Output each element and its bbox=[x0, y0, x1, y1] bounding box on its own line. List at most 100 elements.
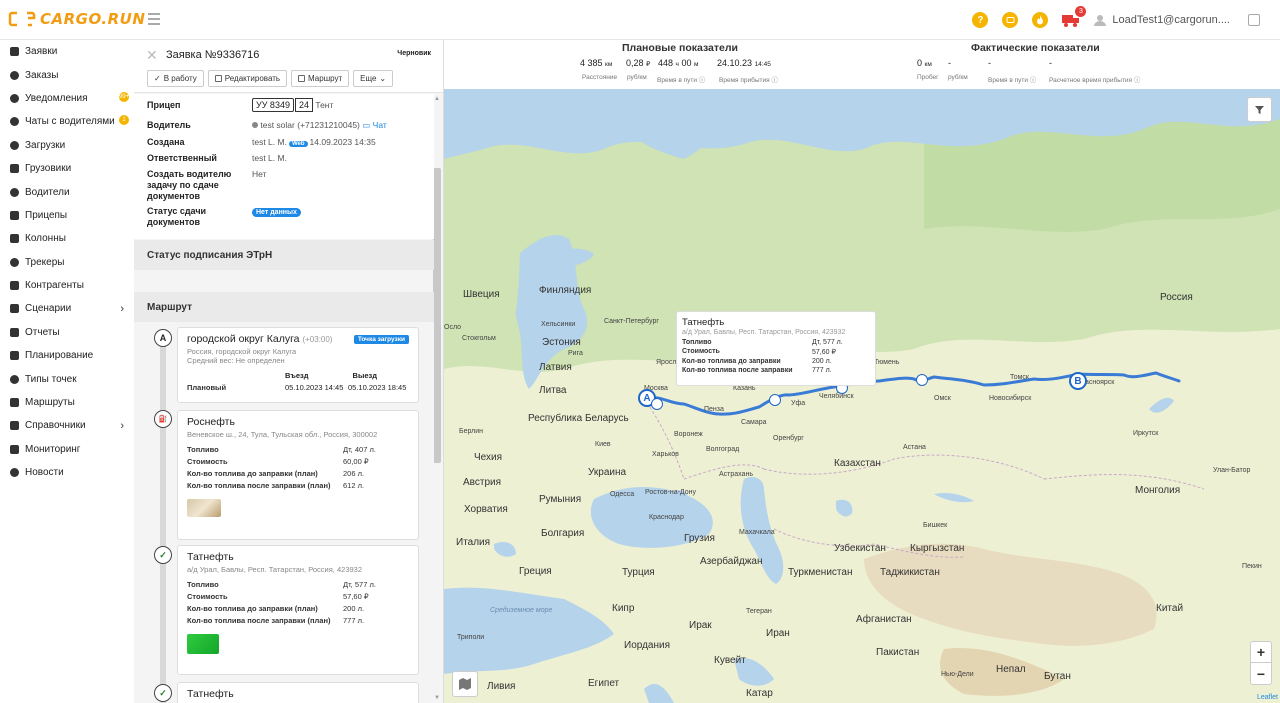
driver-chat-link[interactable]: ▭ Чат bbox=[362, 120, 387, 130]
logo-text: CARGO.RUN bbox=[40, 10, 146, 28]
zoom-in-button[interactable]: + bbox=[1251, 642, 1271, 663]
sidebar-item-orders[interactable]: Заказы bbox=[0, 63, 134, 86]
sidebar-item-reports[interactable]: Отчеты bbox=[0, 321, 134, 344]
fuel-stop-marker[interactable] bbox=[769, 394, 781, 406]
map-label-spb: Санкт-Петербург bbox=[604, 318, 659, 325]
route-map[interactable]: Швеция Финляндия Эстония Латвия Литва Ре… bbox=[444, 89, 1280, 703]
trailer-region: 24 bbox=[294, 98, 313, 112]
popup-fuel-label: Топливо bbox=[682, 339, 712, 346]
fire-icon[interactable] bbox=[1032, 12, 1049, 28]
close-icon[interactable]: ✕ bbox=[146, 47, 158, 64]
trailer-type: Тент bbox=[315, 100, 334, 110]
sidebar-item-label: Новости bbox=[25, 467, 64, 479]
panel-scrollbar[interactable] bbox=[433, 168, 441, 463]
stats-bar: Плановые показатели Фактические показате… bbox=[444, 40, 1280, 89]
sidebar-item-label: Заявки bbox=[25, 46, 58, 58]
route-card-rosneft[interactable]: Роснефть Веневское ш., 24, Тула, Тульска… bbox=[177, 410, 419, 540]
planned-distance: 4 385 км bbox=[580, 58, 612, 68]
route-card-tatneft-2[interactable]: Татнефть bbox=[177, 682, 419, 703]
map-label-egypt: Египет bbox=[588, 678, 620, 689]
sidebar-item-loads[interactable]: Загрузки bbox=[0, 134, 134, 157]
app-header: CARGO.RUN ? 3 LoadTest1@cargorun.... bbox=[0, 0, 1280, 40]
truck-alert-icon[interactable]: 3 bbox=[1062, 6, 1087, 27]
clipboard-icon bbox=[10, 47, 19, 57]
route-card-tatneft[interactable]: Татнефть а/д Урал, Бавлы, Респ. Татарста… bbox=[177, 545, 419, 675]
station-photo[interactable] bbox=[187, 499, 221, 517]
map-label-bulgaria: Болгария bbox=[541, 528, 585, 539]
sidebar-item-trackers[interactable]: Трекеры bbox=[0, 251, 134, 274]
leaflet-attribution-link[interactable]: Leaflet bbox=[1257, 694, 1278, 701]
user-menu[interactable]: LoadTest1@cargorun.... bbox=[1094, 14, 1230, 26]
driver-status-dot bbox=[252, 122, 258, 128]
fuel-stop-marker[interactable] bbox=[651, 398, 663, 410]
sidebar-item-monitoring[interactable]: Мониторинг bbox=[0, 438, 134, 461]
sidebar-item-news[interactable]: Новости bbox=[0, 461, 134, 484]
card-address: а/д Урал, Бавлы, Респ. Татарстан, Россия… bbox=[187, 565, 363, 574]
route-card-loading[interactable]: городской округ Калуга (+03:00) Точка за… bbox=[177, 327, 419, 403]
sidebar-item-trailers[interactable]: Прицепы bbox=[0, 204, 134, 227]
planned-distance-unit: км bbox=[605, 61, 613, 68]
sidebar-item-label: Контрагенты bbox=[25, 280, 84, 292]
sidebar-item-driver-chats[interactable]: Чаты с водителями 1 bbox=[0, 110, 134, 133]
sidebar-item-scenarios[interactable]: Сценарии › bbox=[0, 297, 134, 320]
map-label-bishkek: Бишкек bbox=[923, 522, 948, 529]
map-label-czech: Чехия bbox=[474, 452, 503, 463]
map-label-finland: Финляндия bbox=[539, 285, 592, 296]
map-label-odessa: Одесса bbox=[610, 491, 635, 498]
fuel-stop-marker[interactable] bbox=[916, 374, 928, 386]
sidebar-item-notifications[interactable]: Уведомления 99+ bbox=[0, 87, 134, 110]
map-label-greece: Греция bbox=[519, 566, 552, 577]
sidebar-item-label: Уведомления bbox=[25, 92, 88, 104]
sidebar-item-drivers[interactable]: Водители bbox=[0, 180, 134, 203]
map-layers-icon[interactable] bbox=[452, 671, 478, 697]
map-label-voronezh: Воронеж bbox=[674, 431, 703, 438]
fuel-after-value: 612 л. bbox=[343, 481, 365, 490]
route-button[interactable]: Маршрут bbox=[291, 70, 350, 87]
zoom-out-button[interactable]: − bbox=[1251, 663, 1271, 684]
edit-icon bbox=[214, 75, 222, 82]
sidebar-item-trucks[interactable]: Грузовики bbox=[0, 157, 134, 180]
more-button[interactable]: Еще ⌄ bbox=[353, 70, 394, 87]
route-point-a-icon: A bbox=[154, 329, 172, 347]
fuel-before-label: Кол-во топлива до заправки (план) bbox=[187, 604, 318, 613]
rate-label: руб/км bbox=[627, 74, 647, 81]
scroll-down-icon[interactable]: ▼ bbox=[434, 695, 440, 701]
sidebar-item-directories[interactable]: Справочники › bbox=[0, 414, 134, 437]
etrn-status-section[interactable]: Статус подписания ЭТрН bbox=[134, 240, 434, 270]
edit-label: Редактировать bbox=[224, 74, 281, 83]
map-label-italy: Италия bbox=[456, 537, 491, 548]
trailer-label: Прицеп bbox=[147, 100, 181, 110]
menu-toggle-icon[interactable] bbox=[148, 13, 160, 25]
fuel-after-value: 777 л. bbox=[343, 616, 365, 625]
handshake-icon bbox=[10, 281, 19, 291]
map-label-qatar: Катар bbox=[746, 688, 773, 699]
edit-button[interactable]: Редактировать bbox=[207, 70, 288, 87]
to-work-button[interactable]: ✓ В работу bbox=[147, 70, 204, 87]
sidebar-item-point-types[interactable]: Типы точек bbox=[0, 367, 134, 390]
run-label: Пробег bbox=[917, 74, 939, 81]
sidebar-item-planning[interactable]: Планирование bbox=[0, 344, 134, 367]
route-end-marker[interactable]: B bbox=[1069, 372, 1087, 390]
sidebar: Заявки Заказы Уведомления 99+ Чаты с води… bbox=[0, 40, 134, 703]
driver-name[interactable]: test solar bbox=[260, 120, 295, 130]
tatneft-icon: ✓ bbox=[154, 546, 172, 564]
help-icon[interactable]: ? bbox=[972, 12, 989, 28]
request-status: Черновик bbox=[397, 50, 431, 57]
scroll-up-icon[interactable]: ▲ bbox=[434, 96, 440, 102]
sidebar-item-routes[interactable]: Маршруты bbox=[0, 391, 134, 414]
map-label-ukraine: Украина bbox=[588, 467, 627, 478]
fuel-card-image[interactable] bbox=[187, 634, 219, 654]
sidebar-item-contractors[interactable]: Контрагенты bbox=[0, 274, 134, 297]
filter-icon[interactable] bbox=[1247, 97, 1272, 122]
sidebar-item-convoys[interactable]: Колонны bbox=[0, 227, 134, 250]
cargo-run-logo[interactable]: CARGO.RUN bbox=[8, 10, 145, 28]
card-address: Веневское ш., 24, Тула, Тульская обл., Р… bbox=[187, 430, 378, 439]
map-label-estonia: Эстония bbox=[542, 337, 581, 348]
tatneft-icon: ✓ bbox=[154, 684, 172, 702]
fuel-station-popup[interactable]: Татнефть а/д Урал, Бавлы, Респ. Татарста… bbox=[676, 311, 876, 386]
logout-icon[interactable] bbox=[1248, 14, 1260, 26]
chat-support-icon[interactable] bbox=[1002, 12, 1019, 28]
sidebar-item-requests[interactable]: Заявки bbox=[0, 40, 134, 63]
map-label-kuwait: Кувейт bbox=[714, 655, 746, 666]
map-label-azerbaijan: Азербайджан bbox=[700, 556, 763, 567]
